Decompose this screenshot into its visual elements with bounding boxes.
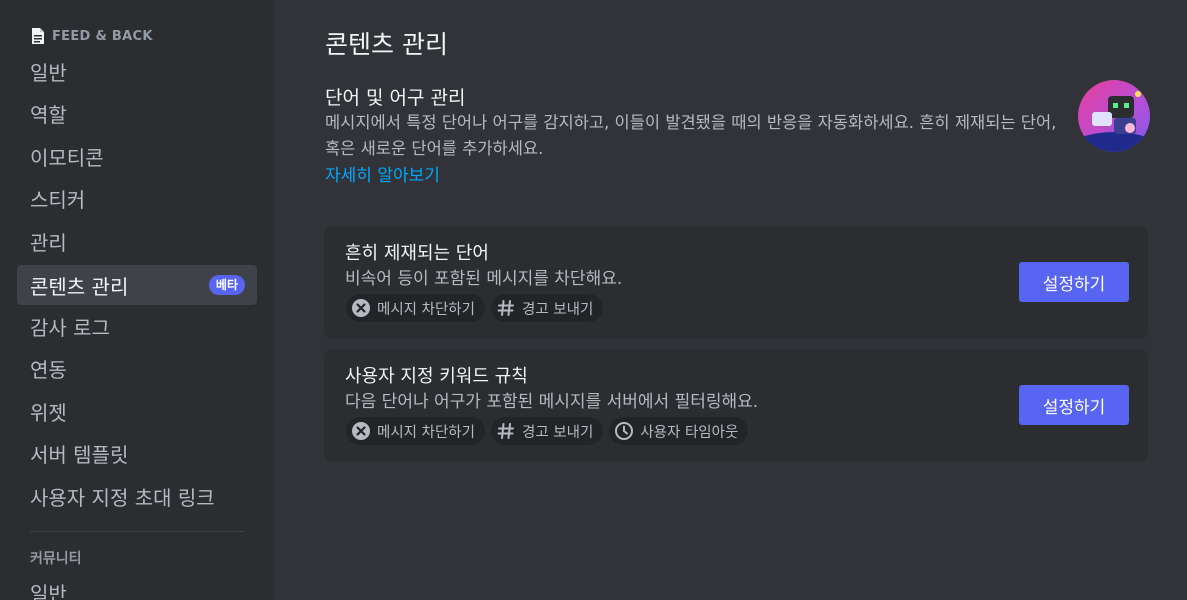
server-header: FEED & BACK bbox=[30, 26, 153, 46]
sidebar-item-label: 사용자 지정 초대 링크 bbox=[30, 485, 215, 510]
section-title: 단어 및 어구 관리 bbox=[325, 87, 466, 109]
sidebar-item-emoji[interactable]: 이모티콘 bbox=[17, 136, 257, 176]
chip-label: 경고 보내기 bbox=[522, 424, 594, 441]
rule-description: 다음 단어나 어구가 포함된 메시지를 서버에서 필터링해요. bbox=[345, 392, 759, 412]
chip-label: 경고 보내기 bbox=[522, 301, 594, 318]
sidebar-item-community-general[interactable]: 일반 bbox=[17, 572, 257, 600]
sidebar-item-audit-log[interactable]: 감사 로그 bbox=[17, 306, 257, 346]
sidebar-section-community: 커뮤니티 bbox=[30, 551, 82, 567]
rule-card-commonly-flagged-words: 흔히 제재되는 단어 비속어 등이 포함된 메시지를 차단해요. 메시지 차단하… bbox=[324, 226, 1148, 339]
rule-action-chips: 메시지 차단하기 경고 보내기 bbox=[346, 294, 604, 322]
sidebar-item-label: 일반 bbox=[30, 60, 67, 85]
sidebar-item-content-moderation[interactable]: 콘텐츠 관리 베타 bbox=[17, 265, 257, 305]
clock-icon bbox=[614, 421, 634, 441]
rule-card-custom-keyword: 사용자 지정 키워드 규칙 다음 단어나 어구가 포함된 메시지를 서버에서 필… bbox=[324, 349, 1148, 462]
document-icon bbox=[32, 28, 44, 44]
sidebar-item-label: 스티커 bbox=[30, 187, 86, 212]
sidebar-item-label: 관리 bbox=[30, 230, 67, 255]
beta-badge: 베타 bbox=[208, 275, 245, 295]
sidebar-item-label: 감사 로그 bbox=[30, 315, 110, 340]
sidebar-item-label: 이모티콘 bbox=[30, 145, 104, 170]
sidebar-item-label: 콘텐츠 관리 bbox=[30, 274, 129, 299]
sidebar-item-label: 일반 bbox=[30, 581, 67, 600]
sidebar-item-widget[interactable]: 위젯 bbox=[17, 391, 257, 431]
chip-label: 메시지 차단하기 bbox=[377, 301, 475, 318]
sidebar-item-label: 연동 bbox=[30, 357, 67, 382]
rule-action-chips: 메시지 차단하기 경고 보내기 사용자 타임아웃 bbox=[346, 417, 749, 445]
chip-block-message: 메시지 차단하기 bbox=[346, 417, 485, 445]
rule-title: 흔히 제재되는 단어 bbox=[345, 243, 489, 264]
settings-sidebar: FEED & BACK 일반 역할 이모티콘 스티커 관리 콘텐츠 관리 베타 … bbox=[0, 0, 274, 600]
chip-block-message: 메시지 차단하기 bbox=[346, 294, 485, 322]
sidebar-item-server-template[interactable]: 서버 템플릿 bbox=[17, 433, 257, 473]
chip-label: 메시지 차단하기 bbox=[377, 424, 475, 441]
hashtag-icon bbox=[496, 421, 516, 441]
automod-robot-illustration bbox=[1078, 80, 1150, 152]
setup-button[interactable]: 설정하기 bbox=[1019, 262, 1129, 302]
sidebar-item-label: 역할 bbox=[30, 102, 67, 127]
x-circle-icon bbox=[351, 298, 371, 318]
sidebar-item-label: 서버 템플릿 bbox=[30, 442, 129, 467]
sidebar-item-roles[interactable]: 역할 bbox=[17, 93, 257, 133]
sidebar-item-stickers[interactable]: 스티커 bbox=[17, 178, 257, 218]
rule-description: 비속어 등이 포함된 메시지를 차단해요. bbox=[345, 269, 623, 289]
sidebar-item-general[interactable]: 일반 bbox=[17, 51, 257, 91]
chip-send-alert: 경고 보내기 bbox=[491, 417, 604, 445]
sidebar-item-moderation[interactable]: 관리 bbox=[17, 221, 257, 261]
x-circle-icon bbox=[351, 421, 371, 441]
section-description: 메시지에서 특정 단어나 어구를 감지하고, 이들이 발견됐을 때의 반응을 자… bbox=[325, 113, 1057, 158]
sidebar-item-label: 위젯 bbox=[30, 400, 67, 425]
sidebar-item-vanity-url[interactable]: 사용자 지정 초대 링크 bbox=[17, 476, 257, 516]
chip-label: 사용자 타임아웃 bbox=[640, 424, 739, 441]
sidebar-item-integrations[interactable]: 연동 bbox=[17, 348, 257, 388]
chip-send-alert: 경고 보내기 bbox=[491, 294, 604, 322]
setup-button[interactable]: 설정하기 bbox=[1019, 385, 1129, 425]
rule-title: 사용자 지정 키워드 규칙 bbox=[345, 366, 528, 387]
page-title: 콘텐츠 관리 bbox=[325, 30, 448, 59]
sidebar-divider bbox=[30, 531, 244, 532]
chip-timeout-user: 사용자 타임아웃 bbox=[609, 417, 749, 445]
main-content: 콘텐츠 관리 단어 및 어구 관리 메시지에서 특정 단어나 어구를 감지하고,… bbox=[274, 0, 1187, 600]
hashtag-icon bbox=[496, 298, 516, 318]
server-name: FEED & BACK bbox=[52, 28, 153, 44]
learn-more-link[interactable]: 자세히 알아보기 bbox=[325, 161, 440, 186]
